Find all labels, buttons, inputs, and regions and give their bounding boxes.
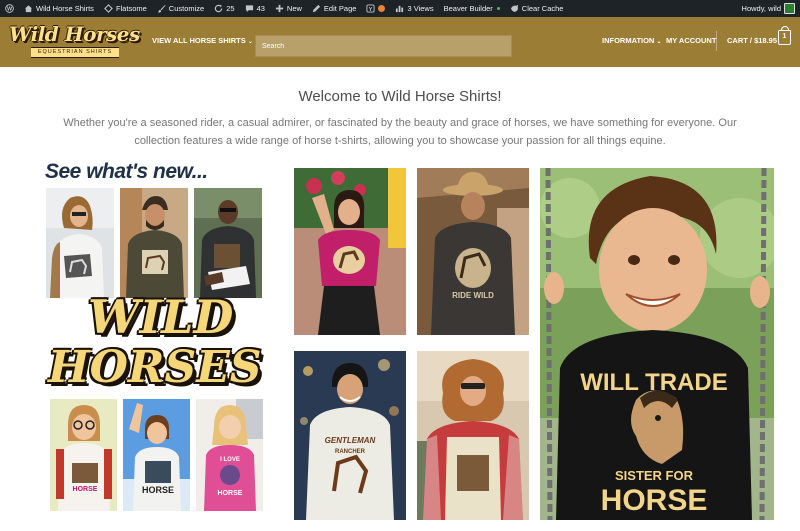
intro-text: Whether you're a seasoned rider, a casua… bbox=[63, 117, 737, 147]
updates-count: 25 bbox=[226, 4, 235, 13]
collage-logo-line2: HORSES bbox=[48, 342, 262, 393]
cache-icon bbox=[510, 4, 519, 13]
search-input[interactable] bbox=[255, 35, 512, 57]
nav-my-account[interactable]: MY ACCOUNT bbox=[666, 36, 716, 45]
clear-cache-link[interactable]: Clear Cache bbox=[505, 0, 569, 17]
print-pink-text: HORSE bbox=[73, 486, 98, 493]
chevron-down-icon: ⌄ bbox=[247, 39, 253, 45]
beaver-builder-link[interactable]: Beaver Builder bbox=[439, 0, 505, 17]
seo-status-dot bbox=[378, 5, 386, 12]
logo-tagline: EQUESTRIAN SHIRTS bbox=[31, 47, 119, 58]
nav-information-label: INFORMATION bbox=[602, 36, 655, 45]
plus-icon bbox=[275, 4, 284, 13]
new-content-menu[interactable]: New bbox=[270, 0, 307, 17]
avatar bbox=[784, 3, 795, 14]
howdy-label: Howdy, wild bbox=[741, 4, 781, 13]
print-rancher-text: RANCHER bbox=[335, 449, 366, 455]
photo-man-dark-horse-shirt[interactable] bbox=[194, 188, 262, 298]
refresh-icon bbox=[214, 4, 223, 13]
yoast-seo-menu[interactable]: Y bbox=[361, 0, 390, 17]
my-account-menu[interactable]: Howdy, wild bbox=[737, 0, 800, 17]
nav-cart[interactable]: CART / $18.95 bbox=[727, 36, 777, 45]
home-icon bbox=[24, 4, 33, 13]
nav-information[interactable]: INFORMATION ⌄ bbox=[602, 36, 661, 45]
site-name-label: Wild Horse Shirts bbox=[36, 4, 94, 13]
pencil-icon bbox=[312, 4, 321, 13]
nav-view-all-horse-shirts[interactable]: VIEW ALL HORSE SHIRTS ⌄ bbox=[152, 36, 253, 45]
edit-page-label: Edit Page bbox=[323, 4, 357, 13]
clear-cache-label: Clear Cache bbox=[521, 4, 564, 13]
cart-label: CART / $18.95 bbox=[727, 36, 778, 45]
nav-my-account-label: MY ACCOUNT bbox=[666, 36, 717, 45]
see-whats-new-heading: See what's new... bbox=[45, 160, 208, 183]
edit-page-link[interactable]: Edit Page bbox=[307, 0, 362, 17]
photo-girl-pink-i-love-shirt[interactable]: I LOVE HORSE bbox=[196, 399, 263, 511]
bar-chart-icon bbox=[395, 4, 404, 13]
flatsome-icon bbox=[104, 4, 113, 13]
photo-man-gentleman-rancher-shirt[interactable]: GENTLEMAN RANCHER bbox=[294, 351, 406, 520]
views-label: 3 Views bbox=[407, 4, 434, 13]
customize-label: Customize bbox=[168, 4, 205, 13]
header-divider bbox=[716, 31, 717, 51]
photo-woman-magenta-horse-shirt[interactable] bbox=[294, 168, 406, 335]
chevron-down-icon: ⌄ bbox=[656, 39, 662, 45]
comment-icon bbox=[245, 4, 254, 13]
print-sister-for-text: SISTER FOR bbox=[615, 468, 694, 483]
flatsome-label: Flatsome bbox=[115, 4, 147, 13]
collage-wild-horses-logo: WILD HORSES bbox=[46, 290, 266, 404]
site-logo[interactable]: Wild Horses EQUESTRIAN SHIRTS bbox=[9, 22, 140, 60]
beaver-builder-label: Beaver Builder bbox=[443, 4, 493, 13]
print-ride-wild-text: RIDE WILD bbox=[452, 291, 494, 300]
logo-wordmark: Wild Horses bbox=[9, 22, 140, 46]
photo-man-olive-horse-shirt[interactable] bbox=[120, 188, 188, 298]
customize-link[interactable]: Customize bbox=[152, 0, 209, 17]
views-counter[interactable]: 3 Views bbox=[390, 0, 438, 17]
print-gentleman-text: GENTLEMAN bbox=[325, 436, 376, 445]
cart-icon[interactable]: 1 bbox=[778, 26, 791, 45]
photo-man-cowboy-ride-wild-shirt[interactable]: RIDE WILD bbox=[417, 168, 529, 335]
flatsome-menu[interactable]: Flatsome bbox=[99, 0, 152, 17]
wordpress-logo-menu[interactable]: W bbox=[0, 0, 19, 17]
photo-girl-glasses-pink-shirt[interactable]: HORSE bbox=[50, 399, 117, 511]
photo-woman-grey-horse-shirt[interactable] bbox=[46, 188, 114, 298]
print-i-love-text: I LOVE bbox=[220, 457, 240, 463]
site-header: Wild Horses EQUESTRIAN SHIRTS VIEW ALL H… bbox=[0, 17, 800, 67]
yoast-icon: Y bbox=[366, 4, 376, 13]
photo-kid-will-trade-sister-shirt[interactable]: WILL TRADE SISTER FOR HORSE bbox=[540, 168, 774, 520]
wp-admin-bar: W Wild Horse Shirts Flatsome Customize 2… bbox=[0, 0, 800, 17]
comments-link[interactable]: 43 bbox=[240, 0, 270, 17]
print-horse-big-text: HORSE bbox=[601, 484, 708, 517]
photo-woman-curly-plaid-shirt[interactable] bbox=[417, 351, 529, 520]
site-name-menu[interactable]: Wild Horse Shirts bbox=[19, 0, 99, 17]
nav-view-all-label: VIEW ALL HORSE SHIRTS bbox=[152, 36, 246, 45]
page-title: Welcome to Wild Horse Shirts! bbox=[298, 88, 502, 105]
updates-link[interactable]: 25 bbox=[209, 0, 239, 17]
new-label: New bbox=[286, 4, 302, 13]
photo-girl-waving-horse-shirt[interactable]: HORSE bbox=[123, 399, 190, 511]
wordpress-icon: W bbox=[5, 4, 14, 13]
print-horse-text: HORSE bbox=[142, 485, 174, 495]
comments-count: 43 bbox=[256, 4, 265, 13]
print-horse-pink-text: HORSE bbox=[218, 490, 243, 497]
status-dot bbox=[496, 7, 500, 10]
paintbrush-icon bbox=[157, 4, 166, 13]
svg-text:Y: Y bbox=[369, 7, 373, 13]
cart-count: 1 bbox=[782, 33, 787, 40]
collage-logo-line1: WILD bbox=[88, 290, 234, 344]
